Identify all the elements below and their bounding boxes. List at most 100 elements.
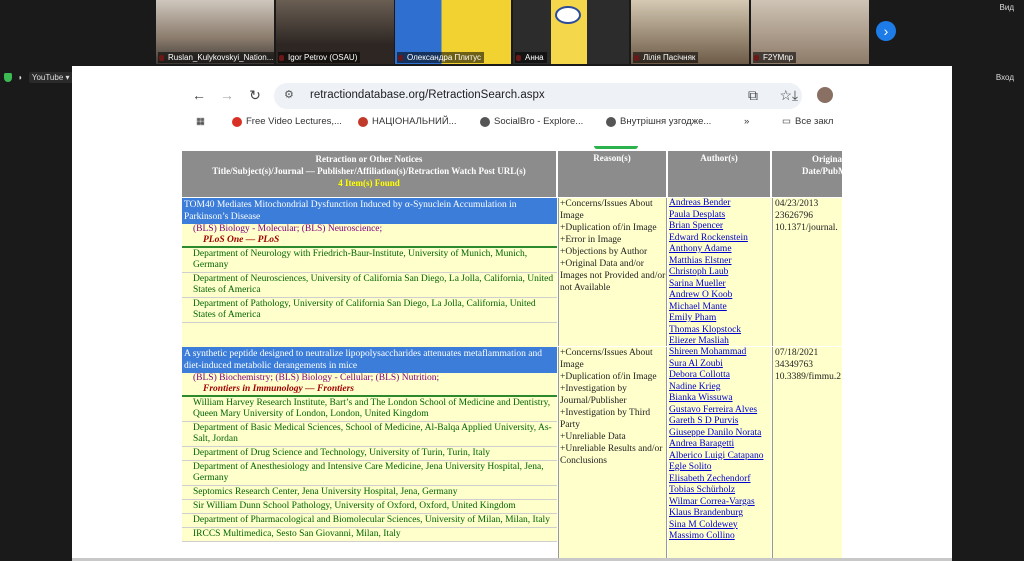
journal-name: PLoS One xyxy=(203,235,244,245)
affiliation: Department of Basic Medical Sciences, Sc… xyxy=(182,422,557,447)
author-link[interactable]: Gareth S D Purvis xyxy=(668,416,771,428)
participant-name: Анна xyxy=(515,52,547,63)
header-title: Retraction or Other Notices xyxy=(315,154,423,164)
author-link[interactable]: Brian Spencer xyxy=(668,221,771,233)
author-link[interactable]: Shireen Mohammad xyxy=(668,347,771,359)
header-reasons: Reason(s) xyxy=(558,151,667,197)
participant-name: Ruslan_Kulykovskyi_Nation... xyxy=(158,52,274,63)
doi: 10.1371/journal. xyxy=(775,223,838,233)
shield-icon xyxy=(4,72,12,82)
author-link[interactable]: Massimo Collino xyxy=(668,531,771,543)
bookmark-item[interactable]: Free Video Lectures,... xyxy=(232,116,342,127)
scroll-indicator xyxy=(594,146,638,149)
back-arrow-icon[interactable]: ← xyxy=(190,86,208,104)
author-link[interactable]: Andrea Baragetti xyxy=(668,439,771,451)
more-bookmarks-button[interactable]: » xyxy=(744,116,749,127)
author-link[interactable]: Matthias Elstner xyxy=(668,256,771,268)
url-text[interactable]: retractiondatabase.org/RetractionSearch.… xyxy=(310,89,545,101)
extensions-icon[interactable]: ⧉ xyxy=(744,86,762,104)
participant-tile[interactable]: Олександра Плитус xyxy=(395,0,511,64)
apps-grid-icon[interactable]: ▦ xyxy=(196,116,205,127)
view-menu[interactable]: Вид xyxy=(1000,3,1014,12)
author-link[interactable]: Tobias Schürholz xyxy=(668,485,771,497)
participant-tile[interactable]: Igor Petrov (OSAU) xyxy=(276,0,394,64)
author-link[interactable]: Alberico Luigi Catapano xyxy=(668,451,771,463)
author-link[interactable]: Elisabeth Zechendorf xyxy=(668,474,771,486)
rss-icon: ◗ xyxy=(18,72,23,82)
profile-avatar[interactable] xyxy=(817,87,833,103)
author-link[interactable]: Sina M Coldewey xyxy=(668,520,771,532)
author-link[interactable]: Emily Pham xyxy=(668,313,771,325)
header-date-line2: Date/PubM xyxy=(802,166,842,176)
author-link[interactable]: Christoph Laub xyxy=(668,267,771,279)
retraction-results-table: Retraction or Other Notices Title/Subjec… xyxy=(182,146,842,561)
reason-item: +Unreliable Data xyxy=(560,432,626,442)
organization-logo xyxy=(551,0,587,64)
all-bookmarks-label: Все закл xyxy=(794,116,834,127)
reason-item: +Duplication of/in Image xyxy=(560,223,657,233)
author-link[interactable]: Wilmar Correa-Vargas xyxy=(668,497,771,509)
folder-icon: ▭ xyxy=(782,116,791,127)
reason-item: +Concerns/Issues About Image xyxy=(560,199,653,221)
reason-item: +Original Data and/or Images not Provide… xyxy=(560,259,666,293)
author-link[interactable]: Andrew O Koob xyxy=(668,290,771,302)
next-participants-button[interactable]: › xyxy=(876,21,896,41)
header-authors: Author(s) xyxy=(668,151,771,197)
author-link[interactable]: Nadine Krieg xyxy=(668,382,771,394)
author-link[interactable]: Bianka Wissuwa xyxy=(668,393,771,405)
bookmark-item[interactable]: Внутрішня узгодже... xyxy=(606,116,711,127)
author-link[interactable]: Egle Solito xyxy=(668,462,771,474)
participant-name: F2YMnp xyxy=(753,52,797,63)
bookmark-label: SocialBro - Explore... xyxy=(494,116,584,127)
header-main: Retraction or Other Notices Title/Subjec… xyxy=(182,151,557,197)
record-title[interactable]: A synthetic peptide designed to neutrali… xyxy=(182,347,557,373)
address-bar[interactable]: ⚙ retractiondatabase.org/RetractionSearc… xyxy=(274,83,802,109)
bookmark-favicon xyxy=(232,116,242,127)
record-title[interactable]: TOM40 Mediates Mitochondrial Dysfunction… xyxy=(182,198,557,224)
participant-name: Олександра Плитус xyxy=(397,52,485,63)
login-button[interactable]: Вход xyxy=(996,73,1014,82)
participant-tile[interactable]: Лілія Пасічняк xyxy=(631,0,749,64)
reload-icon[interactable]: ↻ xyxy=(246,86,264,104)
affiliation: Department of Pathology, University of C… xyxy=(182,298,557,323)
header-subtitle: Title/Subject(s)/Journal — Publisher/Aff… xyxy=(212,166,526,176)
author-link[interactable]: Gustavo Ferreira Alves xyxy=(668,405,771,417)
author-link[interactable]: Paula Desplats xyxy=(668,210,771,222)
chevron-right-icon: › xyxy=(883,23,889,39)
author-link[interactable]: Debora Collotta xyxy=(668,370,771,382)
participant-tile[interactable]: Ruslan_Kulykovskyi_Nation... xyxy=(156,0,274,64)
site-settings-icon[interactable]: ⚙ xyxy=(284,88,294,101)
download-icon[interactable]: ⤓ xyxy=(786,86,804,104)
all-bookmarks-folder[interactable]: ▭ Все закл xyxy=(782,116,833,127)
author-link[interactable]: Anthony Adame xyxy=(668,244,771,256)
bookmark-item[interactable]: SocialBro - Explore... xyxy=(480,116,583,127)
record-dates: 04/23/2013 23626796 10.1371/journal. xyxy=(772,198,842,346)
author-link[interactable]: Sura Al Zoubi xyxy=(668,359,771,371)
pubmed-id: 34349763 xyxy=(775,360,813,370)
header-date-line1: Original xyxy=(812,154,842,164)
record-journal: Frontiers in Immunology — Frontiers xyxy=(182,384,557,397)
doi: 10.3389/fimmu.2 xyxy=(775,372,841,382)
author-link[interactable]: Michael Mante xyxy=(668,302,771,314)
header-date: Original Date/PubM xyxy=(772,151,842,197)
bookmark-label: Free Video Lectures,... xyxy=(246,116,342,127)
bookmark-item[interactable]: НАЦІОНАЛЬНИЙ... xyxy=(358,116,457,127)
author-link[interactable]: Edward Rockenstein xyxy=(668,233,771,245)
youtube-dropdown[interactable]: YouTube ▾ xyxy=(28,71,73,83)
bookmark-label: Внутрішня узгодже... xyxy=(620,116,712,127)
affiliation: IRCCS Multimedica, Sesto San Giovanni, M… xyxy=(182,528,557,542)
bookmark-label: НАЦІОНАЛЬНИЙ... xyxy=(372,116,457,127)
forward-arrow-icon[interactable]: → xyxy=(218,86,236,104)
participant-name: Igor Petrov (OSAU) xyxy=(278,52,361,63)
youtube-indicator: ◗ YouTube ▾ xyxy=(4,70,73,84)
author-link[interactable]: Klaus Brandenburg xyxy=(668,508,771,520)
participant-tile[interactable]: F2YMnp xyxy=(751,0,869,64)
author-link[interactable]: Andreas Bender xyxy=(668,198,771,210)
author-link[interactable]: Sarina Mueller xyxy=(668,279,771,291)
author-link[interactable]: Giuseppe Danilo Norata xyxy=(668,428,771,440)
reason-item: +Objections by Author xyxy=(560,247,648,257)
participant-name: Лілія Пасічняк xyxy=(633,52,699,63)
affiliation: Septomics Research Center, Jena Universi… xyxy=(182,486,557,500)
author-link[interactable]: Eliezer Masliah xyxy=(668,336,771,348)
author-link[interactable]: Thomas Klopstock xyxy=(668,325,771,337)
